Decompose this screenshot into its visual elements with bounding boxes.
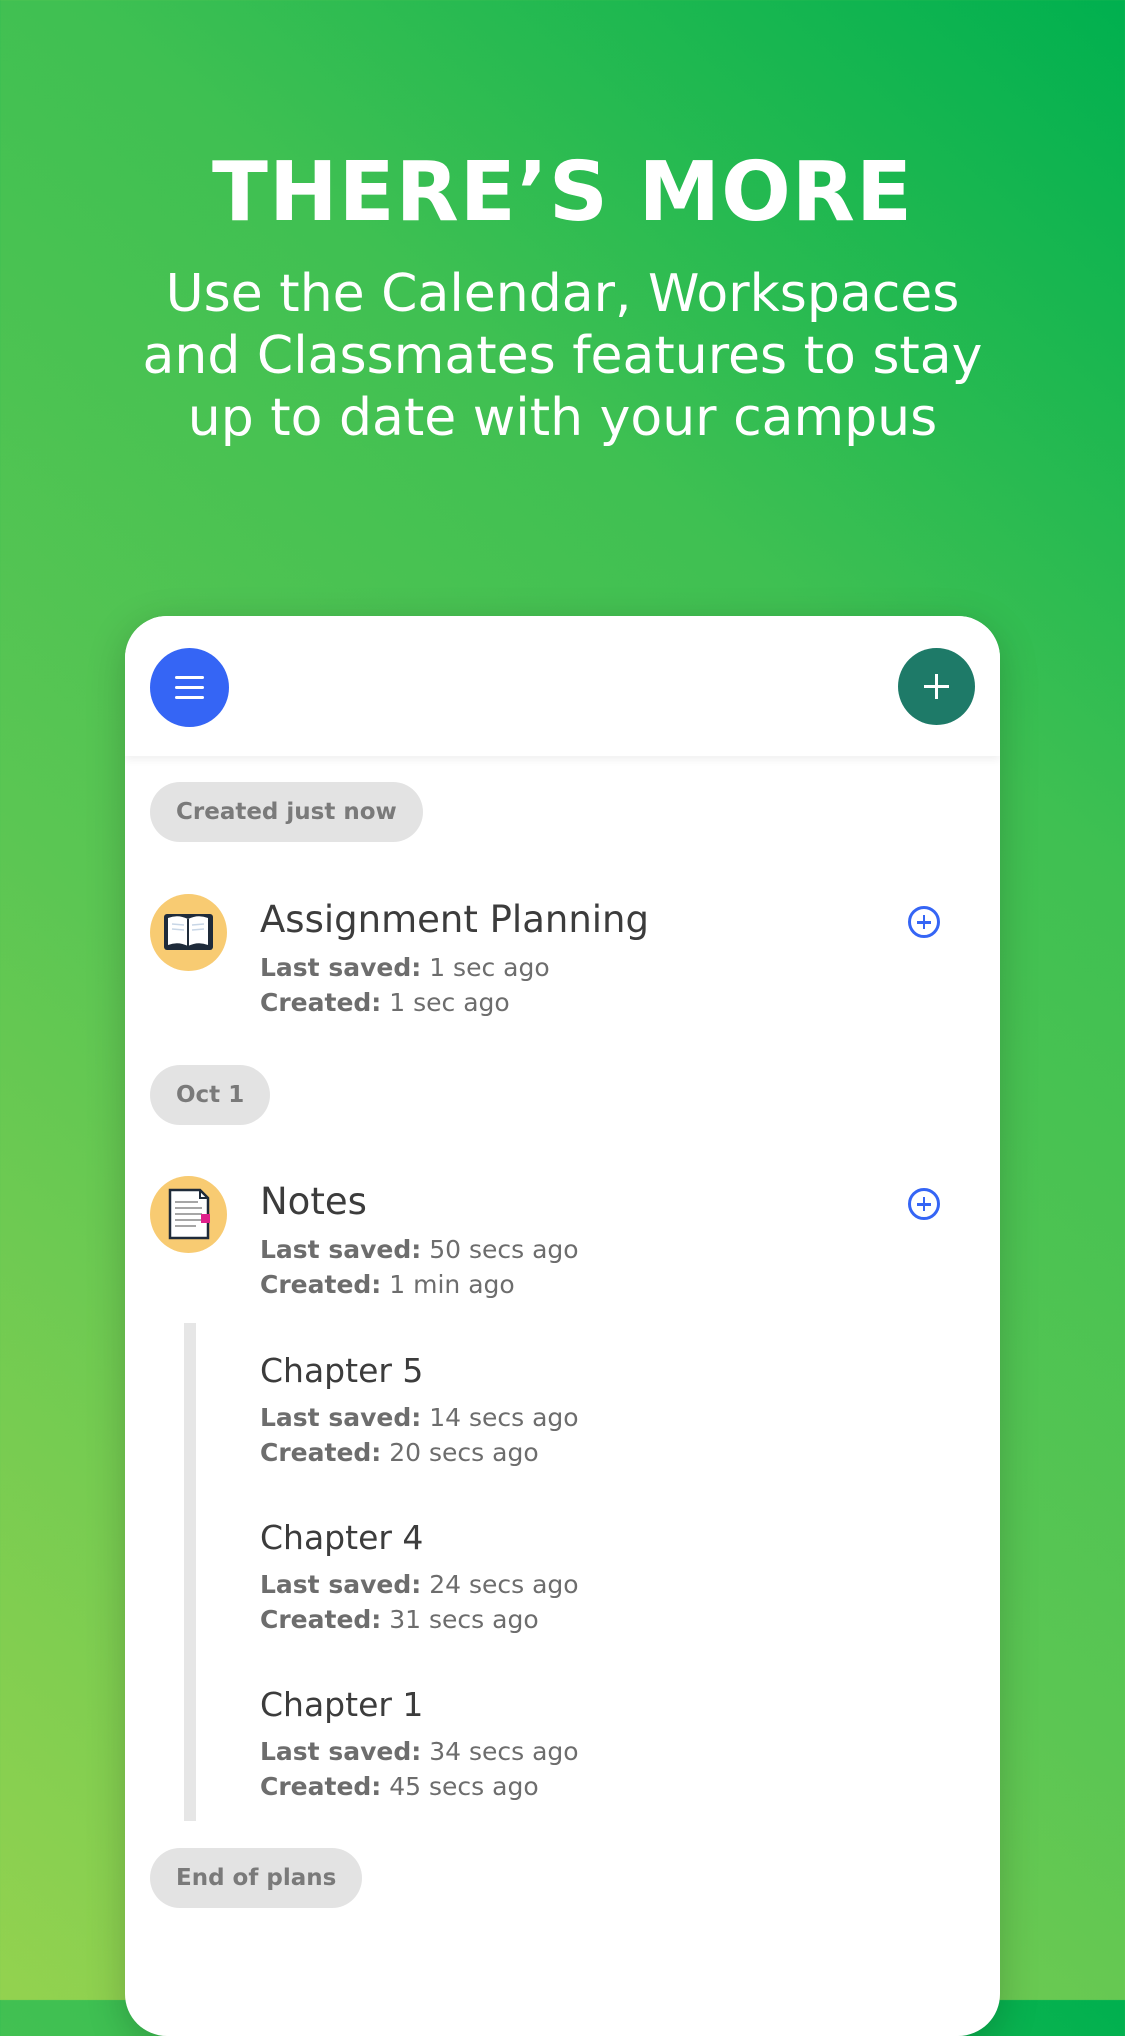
last-saved-text: Last saved: 1 sec ago bbox=[260, 953, 550, 982]
last-saved-text: Last saved: 24 secs ago bbox=[260, 1570, 579, 1599]
subplan-title: Chapter 5 bbox=[260, 1351, 424, 1390]
last-saved-text: Last saved: 34 secs ago bbox=[260, 1737, 579, 1766]
plan-title: Notes bbox=[260, 1180, 367, 1223]
subplan-item-chapter-1[interactable]: Chapter 1 Last saved: 34 secs ago Create… bbox=[125, 1685, 1000, 1805]
created-text: Created: 1 min ago bbox=[260, 1270, 515, 1299]
menu-button[interactable] bbox=[150, 648, 229, 727]
add-plan-button[interactable] bbox=[898, 648, 975, 725]
subplan-title: Chapter 1 bbox=[260, 1685, 424, 1724]
open-book-icon bbox=[164, 914, 213, 950]
date-group-label: Oct 1 bbox=[150, 1065, 271, 1125]
plan-icon-circle bbox=[150, 1176, 227, 1253]
add-subplan-button[interactable] bbox=[908, 1188, 940, 1220]
created-text: Created: 31 secs ago bbox=[260, 1605, 539, 1634]
date-group-label: Created just now bbox=[150, 782, 423, 842]
created-text: Created: 45 secs ago bbox=[260, 1772, 539, 1801]
promo-headline: THERE’S MORE bbox=[212, 145, 913, 240]
subplan-item-chapter-5[interactable]: Chapter 5 Last saved: 14 secs ago Create… bbox=[125, 1351, 1000, 1471]
end-of-plans-label: End of plans bbox=[150, 1848, 363, 1908]
add-subplan-button[interactable] bbox=[908, 906, 940, 938]
promo-subtitle: Use the Calendar, Workspaces and Classma… bbox=[142, 264, 983, 448]
created-text: Created: 1 sec ago bbox=[260, 988, 510, 1017]
plan-item-assignment-planning[interactable]: Assignment Planning Last saved: 1 sec ag… bbox=[125, 894, 1000, 1024]
plan-item-notes[interactable]: Notes Last saved: 50 secs ago Created: 1… bbox=[125, 1176, 1000, 1306]
created-text: Created: 20 secs ago bbox=[260, 1438, 539, 1467]
page-with-bookmark-icon bbox=[168, 1188, 210, 1240]
plan-title: Assignment Planning bbox=[260, 898, 649, 941]
last-saved-text: Last saved: 14 secs ago bbox=[260, 1403, 579, 1432]
app-screen: Created just now Assignment Planning Las… bbox=[125, 616, 1000, 2036]
subplan-item-chapter-4[interactable]: Chapter 4 Last saved: 24 secs ago Create… bbox=[125, 1518, 1000, 1638]
plan-icon-circle bbox=[150, 894, 227, 971]
app-header bbox=[125, 616, 1000, 756]
subplan-title: Chapter 4 bbox=[260, 1518, 424, 1557]
last-saved-text: Last saved: 50 secs ago bbox=[260, 1235, 579, 1264]
